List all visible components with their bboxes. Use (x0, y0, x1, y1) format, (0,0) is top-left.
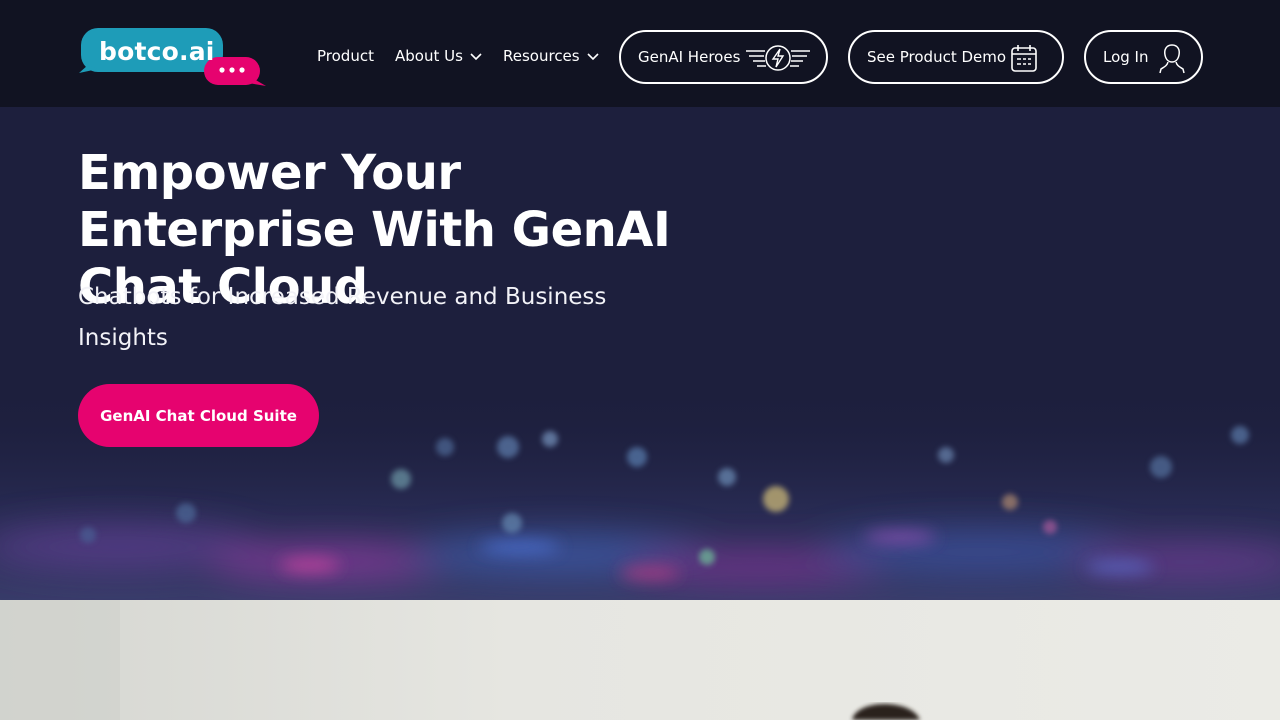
botco-logo[interactable]: botco.ai (78, 27, 266, 87)
nav-resources[interactable]: Resources (503, 46, 600, 66)
nav-product-label: Product (317, 47, 374, 65)
user-icon (1159, 44, 1185, 74)
genai-chat-cloud-suite-button[interactable]: GenAI Chat Cloud Suite (78, 384, 319, 447)
cta-label: GenAI Chat Cloud Suite (100, 406, 297, 425)
genai-heroes-label: GenAI Heroes (638, 48, 741, 66)
genai-heroes-button[interactable]: GenAI Heroes (619, 30, 828, 84)
log-in-label: Log In (1103, 48, 1149, 66)
nav-product[interactable]: Product (317, 46, 374, 66)
hero-photo (0, 600, 1280, 720)
top-navbar: botco.ai Product About Us Resources GenA… (0, 0, 1280, 107)
person-photo-image (0, 600, 920, 720)
chevron-down-icon (470, 53, 482, 61)
hero-subtitle: Chatbots for Increased Revenue and Busin… (78, 284, 607, 351)
logo-text: botco.ai (99, 37, 215, 66)
see-product-demo-button[interactable]: See Product Demo (848, 30, 1064, 84)
calendar-icon (1011, 45, 1037, 72)
hero-section: Empower Your Enterprise With GenAI Chat … (0, 107, 1280, 600)
nav-resources-label: Resources (503, 47, 580, 65)
log-in-button[interactable]: Log In (1084, 30, 1203, 84)
winged-lightning-icon (746, 45, 810, 71)
nav-about-us[interactable]: About Us (395, 46, 483, 66)
nav-about-label: About Us (395, 47, 463, 65)
chevron-down-icon (587, 53, 599, 61)
see-product-demo-label: See Product Demo (867, 48, 1007, 66)
